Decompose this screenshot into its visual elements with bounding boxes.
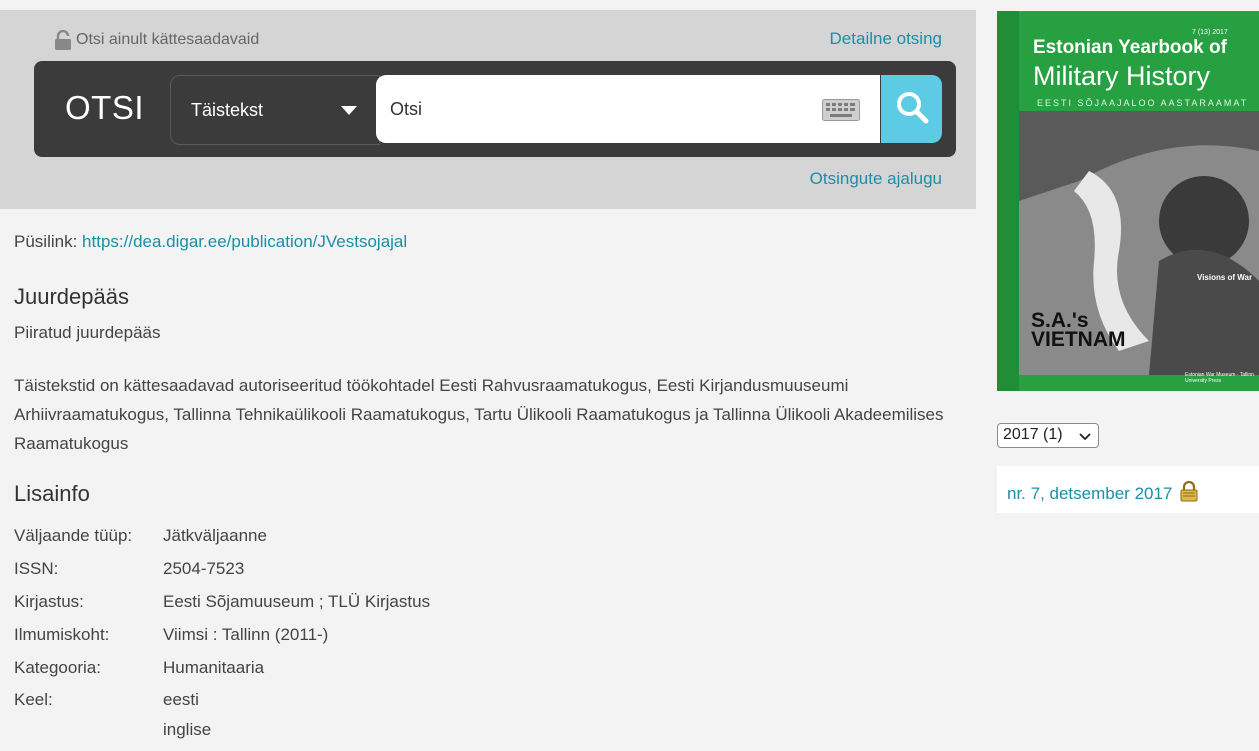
chevron-down-icon xyxy=(1079,429,1091,447)
info-key: Ilmumiskoht: xyxy=(14,624,110,644)
info-value: 2504-7523 xyxy=(163,558,245,578)
access-heading: Juurdepääs xyxy=(14,284,129,309)
cover-visions: Visions of War xyxy=(1197,273,1253,282)
lock-open-icon xyxy=(54,30,72,50)
cover-publisher: Estonian War Museum · Tallinn University… xyxy=(1185,372,1254,384)
info-value: Humanitaaria xyxy=(163,657,265,677)
cover-subtitle: EESTI SÕJAAJALOO AASTARAAMAT xyxy=(1037,98,1249,108)
cover-title-line2: Military History xyxy=(1033,61,1211,91)
issue-link[interactable]: nr. 7, detsember 2017 xyxy=(1007,480,1198,507)
info-row-publisher: Kirjastus: Eesti Sõjamuuseum ; TLÜ Kirja… xyxy=(14,585,430,618)
issue-list: nr. 7, detsember 2017 xyxy=(997,466,1259,513)
info-row-issn: ISSN: 2504-7523 xyxy=(14,552,430,585)
info-table: Väljaande tüüp: Jätkväljaanne ISSN: 2504… xyxy=(14,519,430,750)
year-select[interactable]: 2017 (1) xyxy=(997,423,1099,448)
info-value: Eesti Sõjamuuseum ; TLÜ Kirjastus xyxy=(163,591,431,611)
info-key: ISSN: xyxy=(14,558,59,578)
search-input[interactable] xyxy=(376,75,880,143)
info-key: Kirjastus: xyxy=(14,591,84,611)
info-row-place: Ilmumiskoht: Viimsi : Tallinn (2011-) xyxy=(14,618,430,651)
info-value: Viimsi : Tallinn (2011-) xyxy=(163,624,329,644)
issue-link-label: nr. 7, detsember 2017 xyxy=(1007,483,1173,503)
info-row-language: Keel: eesti inglise xyxy=(14,684,430,750)
cover-image[interactable]: 7 (13) 2017 Estonian Yearbook of Militar… xyxy=(997,11,1259,391)
available-only-toggle[interactable]: Otsi ainult kättesaadavaid xyxy=(54,30,259,50)
search-type-value: Täistekst xyxy=(191,100,264,120)
keyboard-icon[interactable] xyxy=(822,99,860,126)
access-value: Piiratud juurdepääs xyxy=(14,323,161,342)
access-description: Täistekstid on kättesaadavad autoriseeri… xyxy=(14,376,944,453)
search-button[interactable] xyxy=(881,75,942,143)
permalink-url[interactable]: https://dea.digar.ee/publication/JVestso… xyxy=(82,232,407,251)
info-row-category: Kategooria: Humanitaaria xyxy=(14,651,430,684)
caret-down-icon xyxy=(341,106,357,115)
cover-spine xyxy=(997,11,1019,391)
search-icon xyxy=(895,90,929,129)
info-key: Keel: xyxy=(14,690,53,709)
permalink: Püsilink: https://dea.digar.ee/publicati… xyxy=(14,232,407,252)
lock-icon xyxy=(1180,480,1198,507)
search-type-select[interactable]: Täistekst xyxy=(170,75,380,145)
info-key: Väljaande tüüp: xyxy=(14,525,133,545)
info-row-type: Väljaande tüüp: Jätkväljaanne xyxy=(14,519,430,552)
cover-feature: S.A.'s VIETNAM xyxy=(1031,310,1126,351)
detailed-search-link[interactable]: Detailne otsing xyxy=(830,29,942,49)
available-only-label: Otsi ainult kättesaadavaid xyxy=(76,31,260,48)
info-value-languages: eesti inglise xyxy=(163,690,211,750)
search-label: OTSI xyxy=(65,89,145,126)
year-select-value: 2017 (1) xyxy=(1003,426,1063,443)
cover-feature-line2: VIETNAM xyxy=(1031,328,1126,351)
search-panel: Otsi ainult kättesaadavaid Detailne otsi… xyxy=(0,10,976,209)
cover-issue-no: 7 (13) 2017 xyxy=(1192,29,1228,36)
permalink-label: Püsilink: xyxy=(14,232,78,251)
language-item: eesti xyxy=(163,690,199,709)
search-history-link[interactable]: Otsingute ajalugu xyxy=(810,169,942,189)
info-heading: Lisainfo xyxy=(14,481,90,506)
search-bar: OTSI Täistekst xyxy=(34,61,956,157)
info-value: Jätkväljaanne xyxy=(163,525,267,545)
info-key: Kategooria: xyxy=(14,657,101,677)
language-item: inglise xyxy=(163,720,212,739)
cover-title-line1: Estonian Yearbook of xyxy=(1033,37,1227,58)
